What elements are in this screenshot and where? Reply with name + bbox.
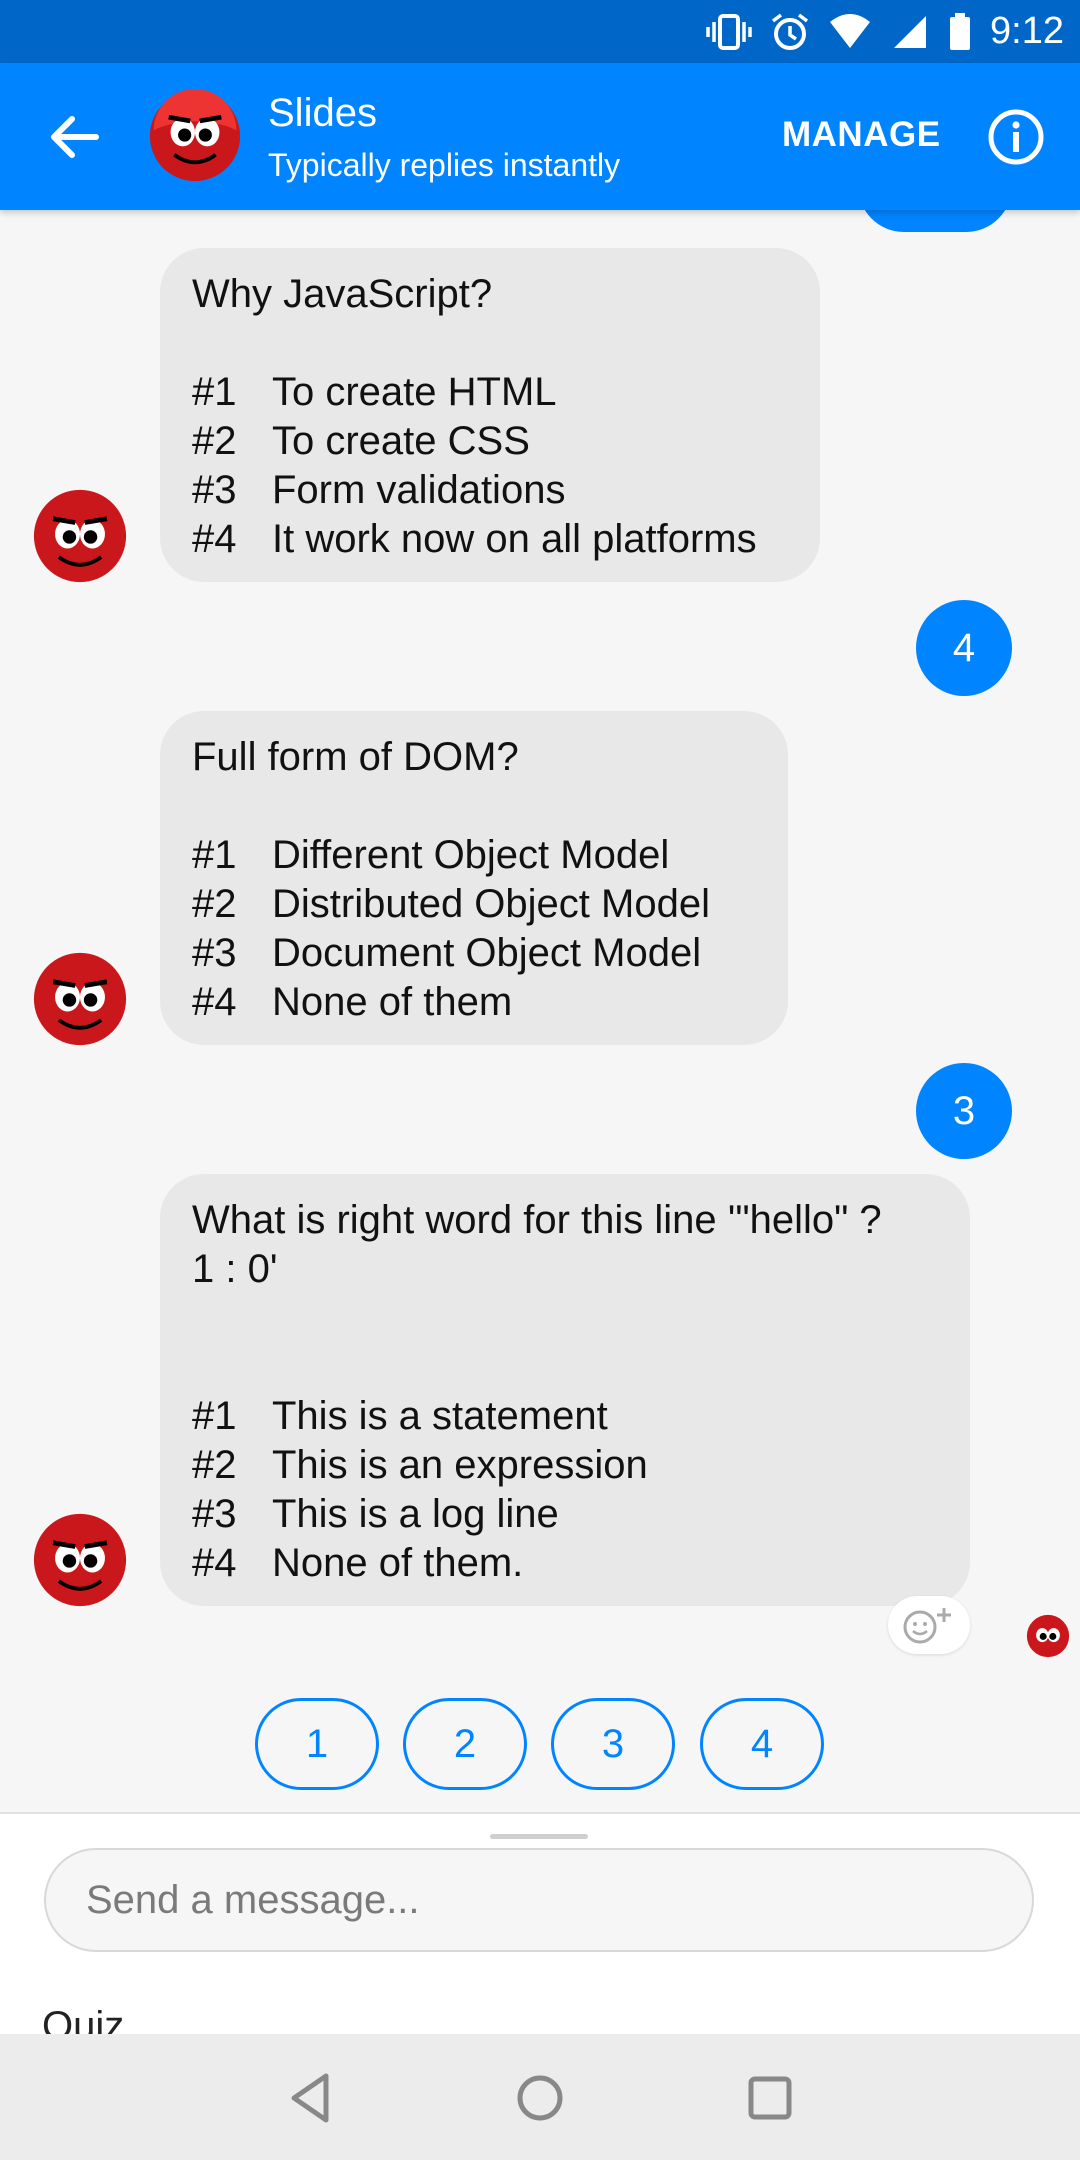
status-time: 9:12 — [990, 10, 1064, 52]
emoji-add-icon — [903, 1608, 951, 1644]
cell-signal-icon — [894, 15, 927, 48]
option-number: #4 — [192, 1541, 237, 1585]
option-text: To create HTML — [272, 370, 557, 414]
bot-message: What is right word for this line '"hello… — [160, 1174, 970, 1606]
add-reaction-button[interactable] — [888, 1596, 970, 1654]
option-text: Distributed Object Model — [272, 882, 710, 926]
option-number: #3 — [192, 1492, 237, 1536]
quick-reply-3[interactable]: 3 — [551, 1698, 675, 1790]
option-number: #2 — [192, 419, 237, 463]
status-bar: 9:12 — [0, 0, 1080, 63]
quick-reply-4[interactable]: 4 — [700, 1698, 824, 1790]
manage-button[interactable]: MANAGE — [782, 115, 941, 155]
option-number: #2 — [192, 882, 237, 926]
question-text: Full form of DOM? — [192, 735, 519, 779]
option-text: This is an expression — [272, 1443, 648, 1487]
option-text: Different Object Model — [272, 833, 670, 877]
option-line: #2 Distributed Object Model — [192, 880, 756, 929]
quick-reply-1[interactable]: 1 — [255, 1698, 379, 1790]
bot-message: Why JavaScript? #1 To create HTML #2 To cr… — [160, 248, 820, 582]
user-reply-bubble: 4 — [916, 600, 1012, 696]
vibrate-icon — [706, 13, 752, 50]
option-line: #1 Different Object Model — [192, 831, 756, 880]
chat-header: Slides Typically replies instantly MANAG… — [0, 63, 1080, 210]
nav-recents-icon[interactable] — [740, 2068, 800, 2128]
message-input[interactable] — [44, 1848, 1034, 1952]
bot-avatar — [33, 952, 127, 1046]
option-number: #1 — [192, 1394, 237, 1438]
nav-home-icon[interactable] — [510, 2068, 570, 2128]
option-number: #3 — [192, 468, 237, 512]
bot-avatar — [33, 489, 127, 583]
option-line: #1 To create HTML — [192, 368, 788, 417]
option-text: It work now on all platforms — [272, 517, 757, 561]
option-number: #2 — [192, 1443, 237, 1487]
bot-avatar — [33, 1513, 127, 1607]
user-reply-bubble: 3 — [916, 1063, 1012, 1159]
option-number: #4 — [192, 980, 237, 1024]
option-line: #4 It work now on all platforms — [192, 515, 788, 564]
option-line: #3 Document Object Model — [192, 929, 756, 978]
option-line: #1 This is a statement — [192, 1392, 938, 1441]
nav-back-icon[interactable] — [282, 2068, 342, 2128]
option-text: Form validations — [272, 468, 566, 512]
option-text: Document Object Model — [272, 931, 702, 975]
system-nav-bar — [0, 2034, 1080, 2160]
option-text: This is a log line — [272, 1492, 559, 1536]
option-number: #1 — [192, 370, 237, 414]
option-text: To create CSS — [272, 419, 530, 463]
option-line: #4 None of them. — [192, 1539, 938, 1588]
option-number: #4 — [192, 517, 237, 561]
option-line: #2 This is an expression — [192, 1441, 938, 1490]
option-text: None of them. — [272, 1541, 524, 1585]
bot-avatar[interactable] — [148, 89, 242, 183]
info-icon[interactable] — [986, 107, 1046, 167]
option-number: #1 — [192, 833, 237, 877]
option-line: #3 Form validations — [192, 466, 788, 515]
quick-reply-2[interactable]: 2 — [403, 1698, 527, 1790]
chat-title: Slides — [268, 91, 377, 135]
option-line: #3 This is a log line — [192, 1490, 938, 1539]
status-icons: 9:12 — [706, 0, 1064, 63]
battery-icon — [950, 12, 971, 50]
question-text: What is right word for this line '"hello… — [192, 1198, 882, 1291]
option-number: #3 — [192, 931, 237, 975]
seen-indicator-avatar — [1026, 1614, 1070, 1658]
back-arrow-icon[interactable] — [44, 109, 104, 165]
drag-handle[interactable] — [490, 1834, 588, 1839]
alarm-icon — [771, 13, 809, 50]
option-line: #4 None of them — [192, 978, 756, 1027]
option-text: None of them — [272, 980, 513, 1024]
question-text: Why JavaScript? — [192, 272, 493, 316]
bot-message: Full form of DOM? #1 Different Object Mod… — [160, 711, 788, 1045]
option-line: #2 To create CSS — [192, 417, 788, 466]
composer: Quiz — [0, 1812, 1080, 2048]
wifi-icon — [830, 13, 871, 48]
option-text: This is a statement — [272, 1394, 608, 1438]
chat-subtitle: Typically replies instantly — [268, 147, 621, 183]
